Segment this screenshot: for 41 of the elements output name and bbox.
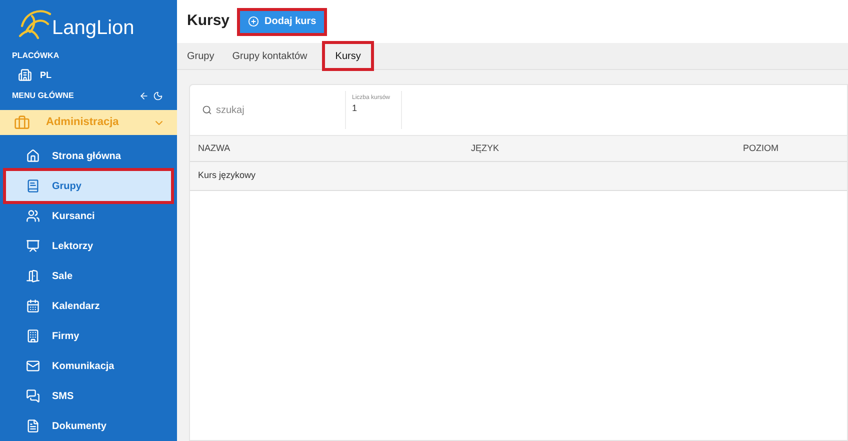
- search-icon: [202, 105, 212, 115]
- stat-value: 1: [352, 102, 358, 114]
- mail-icon: [26, 359, 40, 373]
- section-label: PLACÓWKA: [11, 50, 60, 62]
- menu-item[interactable]: Sale: [6, 261, 171, 291]
- column-header: JĘZYK: [470, 142, 500, 155]
- menu-item[interactable]: Grupy: [6, 171, 171, 201]
- section-label: MENU GŁÓWNE: [12, 90, 74, 102]
- add-course-button[interactable]: Dodaj kurs: [240, 10, 324, 32]
- notebook-icon: [26, 179, 40, 193]
- back-arrow-icon[interactable]: [139, 91, 149, 102]
- briefcase-icon: [14, 114, 30, 131]
- users-icon: [26, 209, 40, 223]
- document-icon: [26, 419, 40, 433]
- plus-icon: [248, 16, 259, 27]
- page-title: Kursy: [187, 11, 230, 32]
- tab[interactable]: Grupy kontaktów: [232, 44, 308, 68]
- menu-item[interactable]: Lektorzy: [6, 231, 171, 261]
- menu-item[interactable]: Dokumenty: [6, 411, 171, 441]
- building-icon: [26, 329, 40, 343]
- calendar-icon: [26, 299, 40, 313]
- column-header: NAZWA: [197, 142, 232, 155]
- menu-item[interactable]: SMS: [6, 381, 171, 411]
- menu-item[interactable]: Kursanci: [6, 201, 171, 231]
- menu-item[interactable]: Komunikacja: [6, 351, 171, 381]
- logo-text: LangLion: [52, 18, 134, 38]
- chat-icon: [26, 389, 40, 403]
- table-cell-text: Kurs językowy: [197, 169, 257, 182]
- search-field[interactable]: szukaj: [216, 102, 316, 118]
- door-icon: [26, 269, 40, 283]
- menu-item[interactable]: Kalendarz: [6, 291, 171, 321]
- home-icon: [26, 149, 40, 163]
- menu-item[interactable]: Strona główna: [6, 141, 171, 171]
- presentation-icon: [26, 239, 40, 253]
- branch-name[interactable]: PL: [40, 68, 52, 82]
- tab[interactable]: Grupy: [187, 44, 214, 68]
- menu-item[interactable]: Firmy: [6, 321, 171, 351]
- moon-icon[interactable]: [153, 91, 163, 102]
- column-header: POZIOM: [742, 142, 780, 155]
- tab[interactable]: Kursy: [325, 44, 371, 68]
- building-icon: [18, 68, 32, 82]
